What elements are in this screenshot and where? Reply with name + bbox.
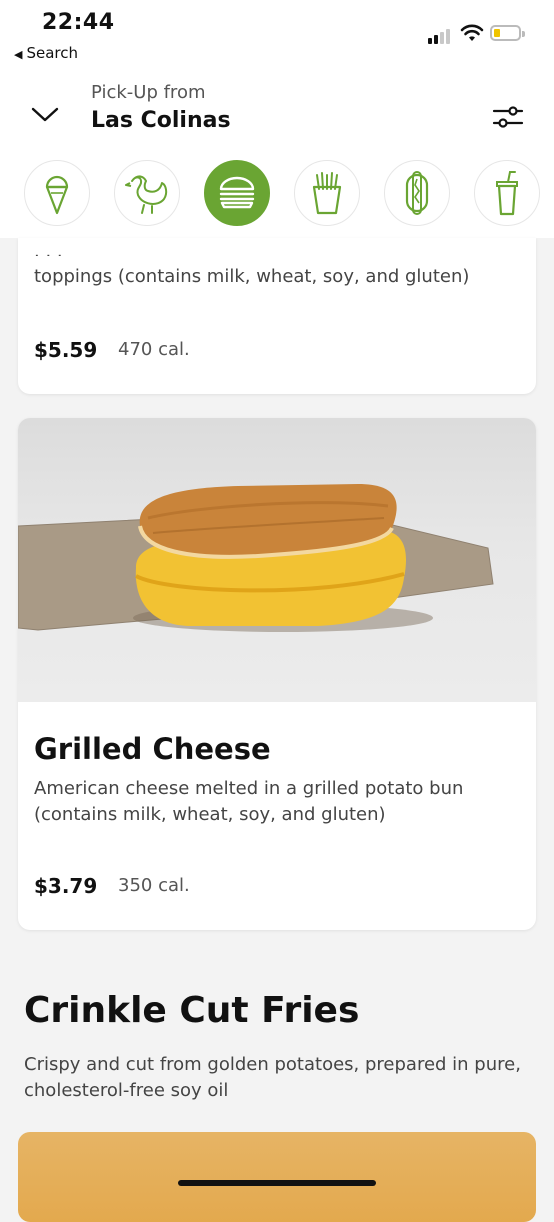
chicken-icon [125,175,168,214]
cut-off-description-line: · · · [34,246,63,256]
back-triangle-icon: ◀ [14,48,23,61]
section-title: Crinkle Cut Fries [24,990,360,1031]
burger-icon [219,176,255,209]
item-name: Grilled Cheese [34,732,271,766]
item-description: toppings (contains milk, wheat, soy, and… [34,266,470,287]
item-calories: 470 cal. [118,339,190,360]
grilled-cheese-photo [18,418,536,702]
wifi-icon [460,24,484,41]
menu-item-card-fries[interactable] [18,1132,536,1222]
category-hot-dogs[interactable] [384,160,450,226]
battery-icon [490,25,525,41]
location-name[interactable]: Las Colinas [91,108,231,133]
menu-item-card-grilled-cheese[interactable]: Grilled Cheese American cheese melted in… [18,418,536,930]
category-fries[interactable] [294,160,360,226]
category-ice-cream[interactable] [24,160,90,226]
drink-icon [496,171,518,216]
back-label: Search [26,44,79,62]
category-burgers[interactable] [204,160,270,226]
pickup-label: Pick-Up from [91,82,206,103]
back-to-search-link[interactable]: ◀ Search [14,44,78,62]
home-indicator[interactable] [178,1180,376,1186]
category-bar [0,158,554,238]
fries-icon [312,172,342,215]
ice-cream-icon [45,175,69,215]
filter-sliders-icon[interactable] [492,104,524,130]
hot-dog-icon [405,171,429,215]
status-bar: 22:44 ◀ Search [0,0,554,70]
menu-item-card-previous[interactable]: · · · toppings (contains milk, wheat, so… [18,238,536,394]
section-description: Crispy and cut from golden potatoes, pre… [24,1054,521,1101]
clock: 22:44 [42,10,115,35]
item-price: $5.59 [34,338,98,362]
category-chicken[interactable] [114,160,180,226]
category-drinks[interactable] [474,160,540,226]
item-price: $3.79 [34,874,98,898]
item-description: American cheese melted in a grilled pota… [34,778,464,825]
item-calories: 350 cal. [118,875,190,896]
chevron-down-icon[interactable] [30,106,60,124]
cell-signal-icon [428,28,454,44]
location-header: Pick-Up from Las Colinas [0,70,554,158]
